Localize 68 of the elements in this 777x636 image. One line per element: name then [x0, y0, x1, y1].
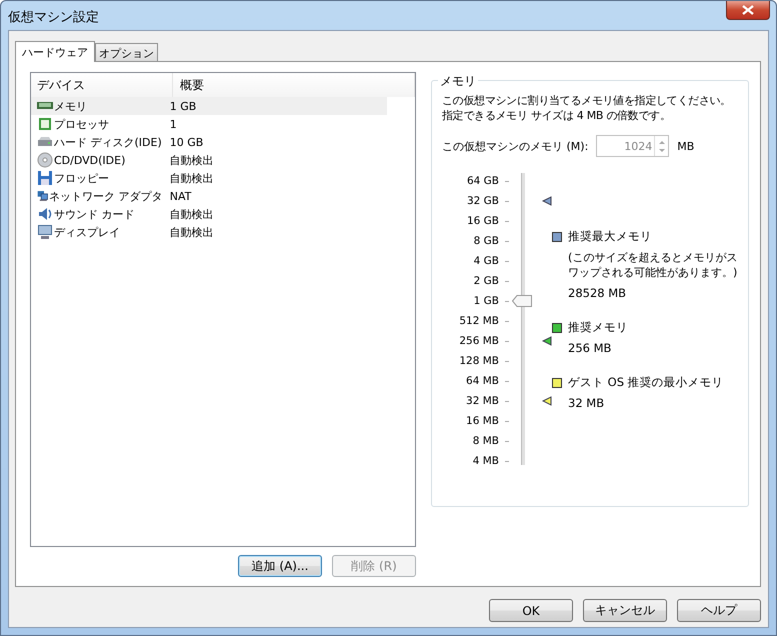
device-row[interactable]: ディスプレイ 自動検出 [31, 223, 387, 241]
device-row[interactable]: プロセッサ 1 [31, 115, 387, 133]
add-button[interactable]: 追加 (A)... [238, 555, 322, 577]
scale-label: 64 GB [466, 175, 499, 187]
legend-title: ゲスト OS 推奨の最小メモリ [568, 375, 724, 390]
scale-label: 2 GB [472, 275, 499, 287]
device-name: ネットワーク アダプタ [49, 188, 163, 204]
device-name: ディスプレイ [54, 224, 120, 240]
help-button[interactable]: ヘルプ [677, 599, 761, 622]
memory-spinner[interactable]: 1024 [596, 135, 670, 157]
disc-icon [37, 152, 53, 168]
device-name: CD/DVD(IDE) [54, 154, 126, 166]
processor-icon [37, 116, 53, 132]
device-summary: 1 [168, 118, 178, 130]
device-name: プロセッサ [54, 116, 109, 132]
memory-description: この仮想マシンに割り当てるメモリ値を指定してください。指定できるメモリ サイズは 4 MB の倍数です。 [442, 93, 732, 123]
cancel-button[interactable]: キャンセル [583, 599, 667, 622]
scale-label: 8 GB [472, 235, 499, 247]
tab[interactable]: ハードウェア [15, 41, 95, 62]
scale-label: 32 GB [466, 195, 499, 207]
device-name: メモリ [54, 98, 87, 114]
device-summary: 自動検出 [168, 224, 215, 240]
network-icon [37, 188, 48, 204]
scale-label: 64 MB [465, 375, 499, 387]
scale-label: 16 GB [466, 215, 499, 227]
scale-label: 512 MB [458, 315, 499, 327]
legend-title: 推奨メモリ [568, 320, 628, 335]
legend-value: 32 MB [567, 396, 606, 410]
column-header[interactable]: 概要 [173, 73, 415, 97]
device-summary: 自動検出 [168, 170, 215, 186]
tab[interactable]: オプション [95, 43, 158, 61]
scale-label: 32 MB [465, 395, 499, 407]
device-summary: 10 GB [168, 136, 204, 148]
device-summary: 1 GB [168, 100, 198, 112]
column-header[interactable]: デバイス [31, 73, 173, 97]
device-name: サウンド カード [54, 206, 134, 222]
speaker-icon [37, 206, 53, 222]
device-row[interactable]: ハード ディスク(IDE) 10 GB [31, 133, 387, 151]
scale-label: 4 MB [472, 455, 499, 467]
scale-label: 128 MB [458, 355, 499, 367]
scale-label: 16 MB [465, 415, 499, 427]
legend-value: 28528 MB [567, 286, 628, 300]
legend-value: 256 MB [567, 341, 612, 355]
legend-title: 推奨最大メモリ [568, 229, 652, 244]
device-row[interactable]: ネットワーク アダプタ NAT [31, 187, 387, 205]
device-row[interactable]: メモリ 1 GB [31, 97, 387, 115]
group-title: メモリ [438, 73, 478, 90]
legend-note: (このサイズを超えるとメモリがスワップされる可能性があります。) [567, 250, 738, 280]
close-icon [742, 5, 754, 15]
unit-label: MB [677, 140, 694, 152]
slider-thumb[interactable] [512, 295, 532, 307]
scale-label: 8 MB [472, 435, 499, 447]
ok-button[interactable]: OK [489, 599, 573, 622]
memory-field-label: この仮想マシンのメモリ (M): [442, 138, 588, 154]
device-row[interactable]: サウンド カード 自動検出 [31, 205, 387, 223]
scale-label: 256 MB [458, 335, 499, 347]
device-name: ハード ディスク(IDE) [54, 134, 162, 150]
device-row[interactable]: CD/DVD(IDE) 自動検出 [31, 151, 387, 169]
device-row[interactable]: フロッピー 自動検出 [31, 169, 387, 187]
device-summary: 自動検出 [168, 206, 215, 222]
scale-label: 4 GB [472, 255, 499, 267]
scale-label: 1 GB [472, 295, 499, 307]
device-summary: 自動検出 [168, 152, 215, 168]
close-button[interactable] [726, 1, 770, 20]
monitor-icon [37, 224, 53, 240]
window-title: 仮想マシン設定 [8, 9, 99, 26]
device-name: フロッピー [54, 170, 109, 186]
device-summary: NAT [168, 190, 192, 202]
